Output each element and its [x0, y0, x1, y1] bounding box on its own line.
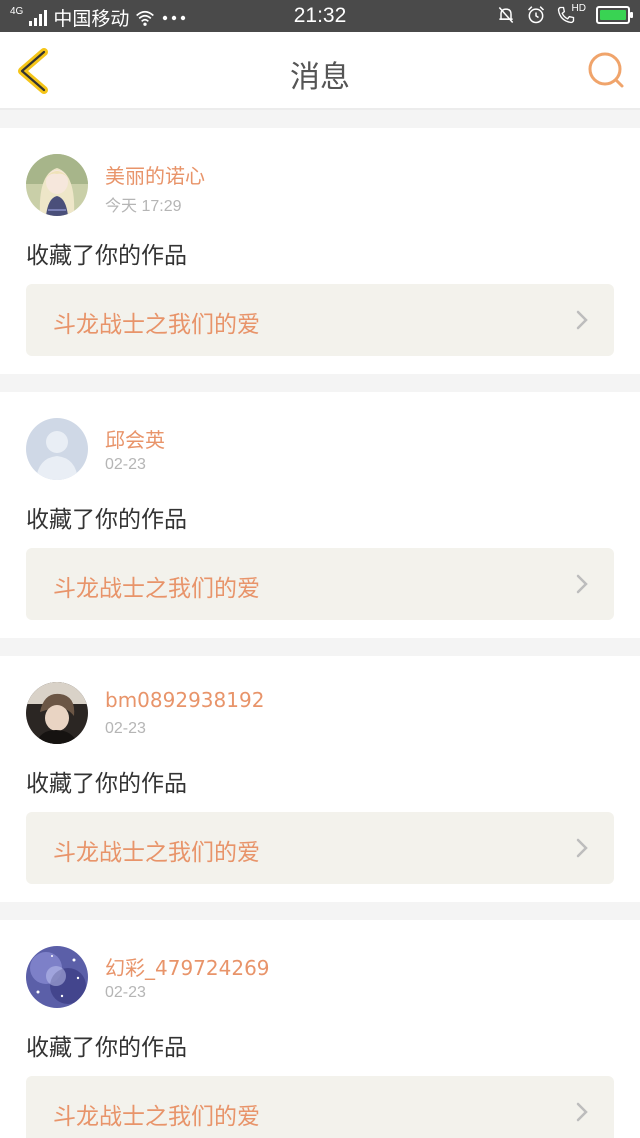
nav-bar: 消息: [0, 32, 640, 110]
page-title: 消息: [290, 60, 350, 95]
message-card: 邱会英 02-23 收藏了你的作品 斗龙战士之我们的爱: [0, 392, 640, 638]
anime-girl-avatar-icon: [26, 154, 88, 216]
action-text: 收藏了你的作品: [26, 243, 187, 269]
work-title: 斗龙战士之我们的爱: [53, 576, 260, 602]
message-time: 02-23: [105, 720, 146, 737]
work-link[interactable]: 斗龙战士之我们的爱: [26, 548, 614, 620]
message-card: 美丽的诺心 今天 17:29 收藏了你的作品 斗龙战士之我们的爱: [0, 128, 640, 374]
action-text: 收藏了你的作品: [26, 1035, 187, 1061]
work-link[interactable]: 斗龙战士之我们的爱: [26, 1076, 614, 1138]
chevron-right-icon: [576, 1102, 588, 1122]
message-card: bm0892938192 02-23 收藏了你的作品 斗龙战士之我们的爱: [0, 656, 640, 902]
alarm-icon: [527, 6, 544, 24]
username[interactable]: 幻彩_479724269: [105, 952, 270, 981]
avatar[interactable]: [26, 682, 88, 744]
mute-bell-icon: [498, 7, 513, 23]
work-link[interactable]: 斗龙战士之我们的爱: [26, 284, 614, 356]
work-title: 斗龙战士之我们的爱: [53, 312, 260, 338]
avatar[interactable]: [26, 154, 88, 216]
hd-label: HD: [571, 3, 586, 14]
work-title: 斗龙战士之我们的爱: [53, 1104, 260, 1130]
chevron-right-icon: [576, 838, 588, 858]
action-text: 收藏了你的作品: [26, 771, 187, 797]
status-bar: 4G 中国移动 21:32 HD: [0, 0, 640, 32]
chevron-right-icon: [576, 574, 588, 594]
avatar[interactable]: [26, 946, 88, 1008]
action-text: 收藏了你的作品: [26, 507, 187, 533]
message-time: 今天 17:29: [105, 198, 182, 215]
default-avatar-icon: [26, 418, 88, 480]
message-list: 美丽的诺心 今天 17:29 收藏了你的作品 斗龙战士之我们的爱 邱会英 02-…: [0, 128, 640, 1138]
message-time: 02-23: [105, 984, 146, 1001]
battery-icon: [596, 6, 633, 24]
work-link[interactable]: 斗龙战士之我们的爱: [26, 812, 614, 884]
username[interactable]: 美丽的诺心: [105, 160, 205, 189]
username[interactable]: bm0892938192: [105, 688, 264, 712]
avatar[interactable]: [26, 418, 88, 480]
chevron-right-icon: [576, 310, 588, 330]
search-button[interactable]: [586, 50, 626, 90]
anime-boy-avatar-icon: [26, 682, 88, 744]
galaxy-avatar-icon: [26, 946, 88, 1008]
username[interactable]: 邱会英: [105, 424, 165, 453]
message-card: 幻彩_479724269 02-23 收藏了你的作品 斗龙战士之我们的爱: [0, 920, 640, 1138]
message-time: 02-23: [105, 456, 146, 473]
work-title: 斗龙战士之我们的爱: [53, 840, 260, 866]
